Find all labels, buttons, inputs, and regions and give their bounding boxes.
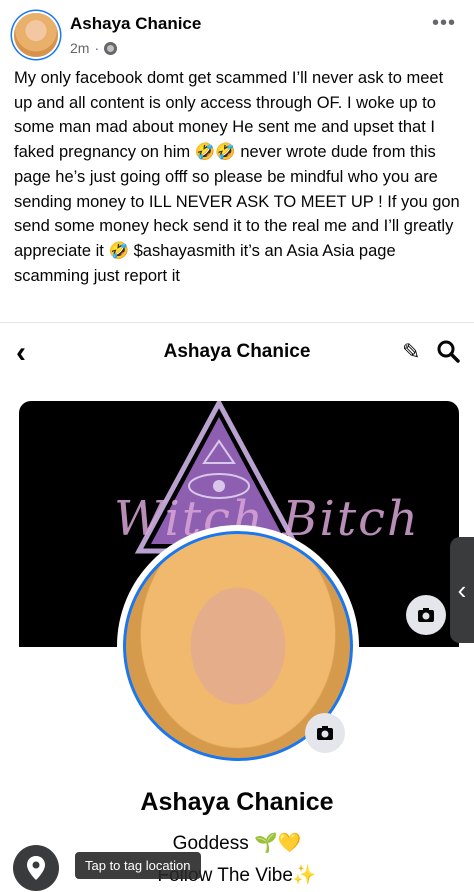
post-meta: 2m · bbox=[70, 40, 118, 56]
profile-bio-line-1: Goddess 🌱💛 bbox=[172, 833, 302, 854]
post-text: My only facebook domt get scammed I’ll n… bbox=[14, 69, 460, 285]
profile-camera-icon[interactable] bbox=[305, 713, 345, 753]
more-options-icon[interactable]: ••• bbox=[432, 12, 456, 35]
profile-bio-line-2: Follow The Vibe✨ bbox=[157, 865, 317, 886]
profile-name: Ashaya Chanice bbox=[140, 788, 334, 816]
shared-screenshot: ‹ Ashaya Chanice ✎ Witch Bitch ‹ Ashaya … bbox=[0, 322, 474, 892]
meta-separator: · bbox=[94, 40, 100, 56]
author-avatar[interactable] bbox=[14, 13, 58, 57]
post-time[interactable]: 2m bbox=[70, 40, 89, 56]
edit-pencil-icon[interactable]: ✎ bbox=[402, 339, 420, 365]
cover-camera-icon[interactable] bbox=[406, 595, 446, 635]
side-panel-tab[interactable]: ‹ bbox=[450, 537, 474, 643]
search-icon[interactable] bbox=[436, 339, 460, 363]
tag-location-tooltip: Tap to tag location bbox=[75, 852, 201, 879]
post-author-name[interactable]: Ashaya Chanice bbox=[70, 14, 201, 34]
globe-icon bbox=[104, 41, 118, 55]
location-pin-icon[interactable] bbox=[13, 845, 59, 891]
